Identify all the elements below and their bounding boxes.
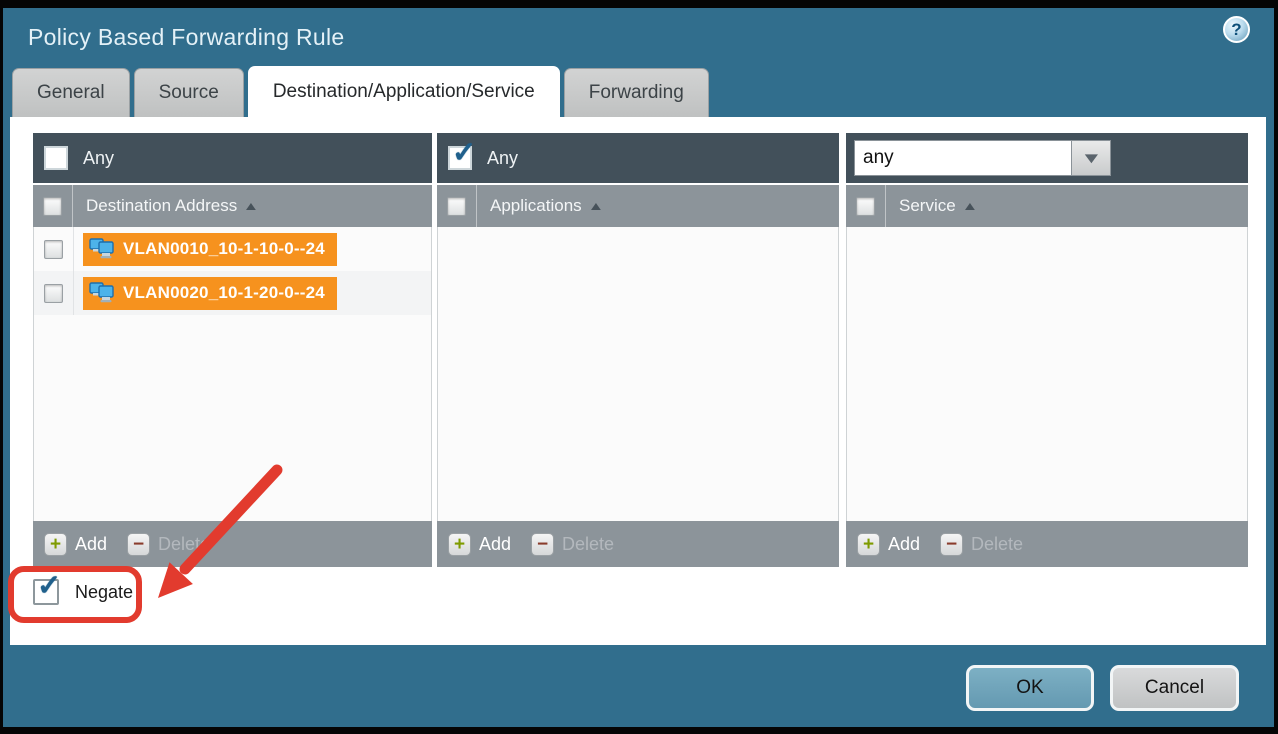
checkmark-icon: ✓	[37, 572, 61, 601]
applications-add-button[interactable]: + Add	[448, 533, 511, 556]
address-object-chip[interactable]: VLAN0020_10-1-20-0--24	[83, 277, 337, 310]
destination-add-button[interactable]: + Add	[44, 533, 107, 556]
applications-any-checkbox[interactable]: ✓	[448, 146, 472, 170]
network-address-icon	[89, 282, 115, 304]
applications-any-bar: ✓ Any	[437, 133, 839, 183]
destination-delete-button[interactable]: − Delete	[127, 533, 210, 556]
service-dropdown-button[interactable]: ▼	[1072, 140, 1111, 176]
help-icon[interactable]: ?	[1223, 16, 1250, 43]
service-list	[846, 227, 1248, 521]
address-object-chip[interactable]: VLAN0010_10-1-10-0--24	[83, 233, 337, 266]
applications-header-label: Applications	[490, 196, 582, 216]
destination-any-label: Any	[83, 148, 114, 169]
destination-header-label: Destination Address	[86, 196, 237, 216]
chevron-down-icon: ▼	[1080, 150, 1102, 167]
row-checkbox[interactable]	[44, 240, 63, 259]
delete-minus-icon: −	[940, 533, 963, 556]
add-plus-icon: +	[857, 533, 880, 556]
delete-minus-icon: −	[127, 533, 150, 556]
add-plus-icon: +	[448, 533, 471, 556]
help-icon-glyph: ?	[1231, 20, 1241, 40]
applications-column: ✓ Any Applications ▲ + Add	[437, 133, 839, 567]
tab-destination-application-service[interactable]: Destination/Application/Service	[248, 66, 560, 117]
tab-forwarding[interactable]: Forwarding	[564, 68, 709, 117]
destination-address-column: Any Destination Address ▲	[33, 133, 432, 567]
destination-footer: + Add − Delete	[33, 521, 432, 567]
delete-minus-icon: −	[531, 533, 554, 556]
applications-delete-button[interactable]: − Delete	[531, 533, 614, 556]
tab-bar: General Source Destination/Application/S…	[12, 68, 709, 117]
service-any-bar: any ▼	[846, 133, 1248, 183]
destination-any-bar: Any	[33, 133, 432, 183]
sort-ascending-icon[interactable]: ▲	[243, 199, 260, 213]
applications-list	[437, 227, 839, 521]
ok-button[interactable]: OK	[966, 665, 1094, 711]
service-header-label: Service	[899, 196, 956, 216]
add-plus-icon: +	[44, 533, 67, 556]
destination-select-all-checkbox[interactable]	[43, 197, 62, 216]
tab-content-panel: Any Destination Address ▲	[10, 117, 1266, 645]
destination-address-list: VLAN0010_10-1-10-0--24	[33, 227, 432, 521]
table-row: VLAN0020_10-1-20-0--24	[34, 271, 431, 315]
service-select-all-checkbox[interactable]	[856, 197, 875, 216]
applications-column-header: Applications ▲	[437, 185, 839, 227]
service-delete-button[interactable]: − Delete	[940, 533, 1023, 556]
network-address-icon	[89, 238, 115, 260]
cancel-button[interactable]: Cancel	[1110, 665, 1239, 711]
service-dropdown[interactable]: any ▼	[854, 140, 1111, 176]
applications-select-all-checkbox[interactable]	[447, 197, 466, 216]
service-add-button[interactable]: + Add	[857, 533, 920, 556]
destination-any-checkbox[interactable]	[44, 146, 68, 170]
applications-footer: + Add − Delete	[437, 521, 839, 567]
sort-ascending-icon[interactable]: ▲	[961, 199, 978, 213]
address-object-label: VLAN0020_10-1-20-0--24	[123, 283, 325, 303]
destination-column-header: Destination Address ▲	[33, 185, 432, 227]
dialog-titlebar: Policy Based Forwarding Rule ?	[3, 8, 1274, 68]
tab-source[interactable]: Source	[134, 68, 244, 117]
sort-ascending-icon[interactable]: ▲	[587, 199, 604, 213]
applications-any-label: Any	[487, 148, 518, 169]
table-row: VLAN0010_10-1-10-0--24	[34, 227, 431, 271]
checkmark-icon: ✓	[452, 139, 476, 168]
address-object-label: VLAN0010_10-1-10-0--24	[123, 239, 325, 259]
negate-checkbox[interactable]: ✓	[33, 579, 59, 605]
tab-general[interactable]: General	[12, 68, 130, 117]
service-footer: + Add − Delete	[846, 521, 1248, 567]
screenshot-root: Policy Based Forwarding Rule ? General S…	[0, 0, 1278, 734]
service-column: any ▼ Service ▲ + Add	[846, 133, 1248, 567]
dialog-title: Policy Based Forwarding Rule	[28, 24, 345, 51]
pbf-rule-dialog: Policy Based Forwarding Rule ? General S…	[3, 8, 1274, 727]
service-dropdown-value[interactable]: any	[854, 140, 1072, 176]
negate-row: ✓ Negate	[33, 579, 133, 605]
row-checkbox[interactable]	[44, 284, 63, 303]
negate-label: Negate	[75, 582, 133, 603]
service-column-header: Service ▲	[846, 185, 1248, 227]
